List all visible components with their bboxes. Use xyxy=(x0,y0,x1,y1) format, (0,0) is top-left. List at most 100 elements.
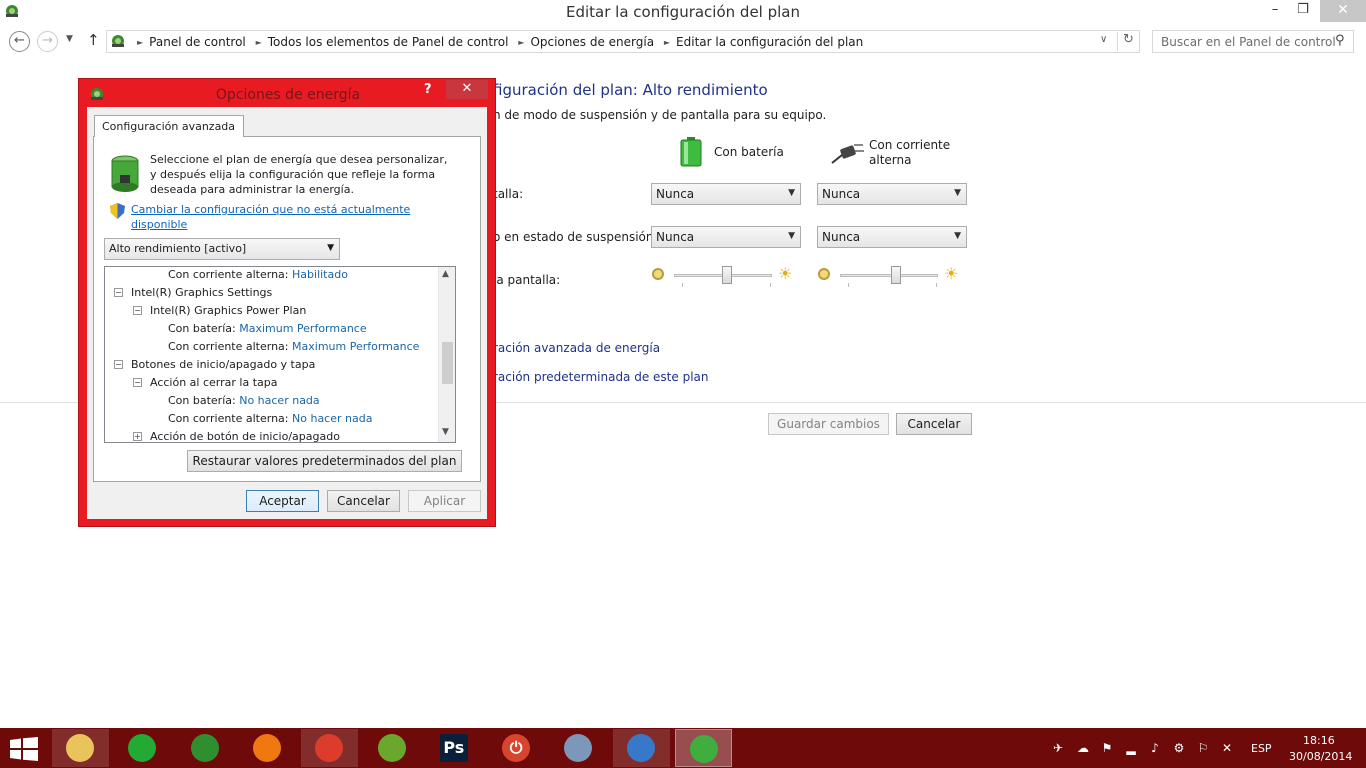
tree-row[interactable]: − Acción al cerrar la tapa xyxy=(133,376,277,394)
slider-tick xyxy=(936,283,937,287)
tree-row[interactable]: Con corriente alterna: Maximum Performan… xyxy=(168,340,419,358)
maximize-button[interactable]: ❐ xyxy=(1290,0,1316,22)
forward-button[interactable]: → xyxy=(37,31,58,52)
taskbar-button-media-player[interactable] xyxy=(239,729,296,767)
cancel-button[interactable]: Cancelar xyxy=(896,413,972,435)
refresh-button[interactable]: ↻ xyxy=(1117,32,1139,51)
tree-value[interactable]: No hacer nada xyxy=(292,412,372,425)
tree-value[interactable]: Maximum Performance xyxy=(239,322,366,335)
taskbar-button-paint[interactable] xyxy=(550,729,607,767)
paint-icon xyxy=(564,734,593,762)
airplane-mode-icon[interactable]: ✈ xyxy=(1050,740,1066,756)
language-indicator[interactable]: ESP xyxy=(1251,742,1272,755)
breadcrumb-opciones-de-energia[interactable]: Opciones de energía xyxy=(530,35,654,49)
file-explorer-icon xyxy=(66,734,94,762)
tab-advanced-settings[interactable]: Configuración avanzada xyxy=(94,115,245,137)
address-bar[interactable]: ► Panel de control ► Todos los elementos d… xyxy=(106,30,1140,53)
expand-icon[interactable]: + xyxy=(133,432,142,441)
ok-button[interactable]: Aceptar xyxy=(246,490,319,512)
breadcrumb-separator: ► xyxy=(137,38,144,47)
tree-value[interactable]: Maximum Performance xyxy=(292,340,419,353)
taskbar-button-control-panel[interactable] xyxy=(612,729,670,767)
volume-icon[interactable]: ♪ xyxy=(1147,740,1163,756)
razer-tray-icon[interactable]: ⚙ xyxy=(1171,740,1187,756)
up-button[interactable]: ↑ xyxy=(87,31,100,49)
tree-scrollbar[interactable]: ▲ ▼ xyxy=(438,267,455,442)
back-button[interactable]: ← xyxy=(9,31,30,52)
settings-tree[interactable]: Con corriente alterna: Habilitado − Intel… xyxy=(104,266,456,443)
tree-row[interactable]: − Intel(R) Graphics Settings xyxy=(114,286,272,304)
chevron-down-icon: ▼ xyxy=(788,231,795,241)
taskbar-button-pen-app[interactable] xyxy=(364,729,421,767)
tree-row[interactable]: + Acción de botón de inicio/apagado xyxy=(133,430,340,443)
start-button[interactable] xyxy=(10,737,38,761)
scrollbar-thumb[interactable] xyxy=(442,342,453,384)
taskbar-button-photoshop[interactable]: Ps xyxy=(426,729,483,767)
change-unavailable-settings-link[interactable]: Cambiar la configuración que no está act… xyxy=(131,202,421,232)
onedrive-icon[interactable]: ☁ xyxy=(1075,740,1091,756)
collapse-icon[interactable]: − xyxy=(114,288,123,297)
apply-button[interactable]: Aplicar xyxy=(408,490,481,512)
close-tray-icon[interactable]: ✕ xyxy=(1219,740,1235,756)
navigation-bar: ← → ▼ ↑ ► Panel de control ► Todos los ele… xyxy=(0,26,1366,58)
brightness-battery-slider[interactable]: ☀ xyxy=(652,264,792,288)
tree-value[interactable]: Habilitado xyxy=(292,268,348,281)
clock-time[interactable]: 18:16 xyxy=(1303,734,1335,747)
recent-locations-button[interactable]: ▼ xyxy=(66,34,73,44)
collapse-icon[interactable]: − xyxy=(133,378,142,387)
sleep-ac-select[interactable]: Nunca ▼ xyxy=(817,226,967,248)
search-input[interactable]: Buscar en el Panel de control ⚲ xyxy=(1152,30,1354,53)
collapse-icon[interactable]: − xyxy=(114,360,123,369)
screen-off-battery-select[interactable]: Nunca ▼ xyxy=(651,183,801,205)
action-center-icon[interactable]: ⚑ xyxy=(1099,740,1115,756)
minimize-button[interactable]: – xyxy=(1262,0,1288,22)
tree-row[interactable]: Con batería: Maximum Performance xyxy=(168,322,367,340)
advanced-settings-link[interactable]: ración avanzada de energía xyxy=(493,341,660,355)
slider-thumb[interactable] xyxy=(722,266,732,284)
tree-label: Intel(R) Graphics Settings xyxy=(131,286,273,299)
taskbar-button-power-options[interactable] xyxy=(675,729,732,767)
dialog-cancel-button[interactable]: Cancelar xyxy=(327,490,400,512)
tree-row[interactable]: − Botones de inicio/apagado y tapa xyxy=(114,358,315,376)
taskbar-button-file-explorer[interactable] xyxy=(52,729,109,767)
flag-icon[interactable]: ⚐ xyxy=(1195,740,1211,756)
help-button[interactable]: ? xyxy=(424,82,432,97)
tree-label: Acción de botón de inicio/apagado xyxy=(150,430,340,443)
sleep-battery-select[interactable]: Nunca ▼ xyxy=(651,226,801,248)
taskbar-button-xbox-app[interactable] xyxy=(177,729,234,767)
restore-defaults-link[interactable]: ración predeterminada de este plan xyxy=(493,370,709,384)
sleep-label: o en estado de suspensión: xyxy=(493,230,658,244)
clock-date[interactable]: 30/08/2014 xyxy=(1289,750,1352,763)
save-changes-button[interactable]: Guardar cambios xyxy=(768,413,889,435)
breadcrumb-panel-de-control[interactable]: Panel de control xyxy=(149,35,246,49)
xbox-app-icon xyxy=(190,734,219,762)
scroll-down-icon[interactable]: ▼ xyxy=(442,427,449,437)
network-icon[interactable]: ▂ xyxy=(1123,740,1139,756)
tree-row[interactable]: Con batería: No hacer nada xyxy=(168,394,320,412)
control-panel-icon xyxy=(112,35,124,47)
search-icon[interactable]: ⚲ xyxy=(1335,33,1345,48)
brightness-ac-slider[interactable]: ☀ xyxy=(818,264,958,288)
tree-value[interactable]: No hacer nada xyxy=(239,394,319,407)
screen-off-ac-select[interactable]: Nunca ▼ xyxy=(817,183,967,205)
tree-row[interactable]: Con corriente alterna: Habilitado xyxy=(168,268,348,286)
taskbar-button-chrome[interactable] xyxy=(301,729,359,767)
tree-label: Con batería: xyxy=(168,322,236,335)
slider-thumb[interactable] xyxy=(891,266,901,284)
plan-select-value: Alto rendimiento [activo] xyxy=(109,242,247,255)
tree-row[interactable]: Con corriente alterna: No hacer nada xyxy=(168,412,372,430)
plan-select[interactable]: Alto rendimiento [activo] ▼ xyxy=(104,238,340,260)
pen-app-icon xyxy=(377,734,406,762)
slider-track xyxy=(840,274,938,277)
scroll-up-icon[interactable]: ▲ xyxy=(442,269,449,279)
taskbar-button-razer-app[interactable] xyxy=(114,729,171,767)
taskbar-button-power-app[interactable]: ⏻ xyxy=(488,729,545,767)
restore-plan-defaults-button[interactable]: Restaurar valores predeterminados del pl… xyxy=(187,450,462,472)
tree-row[interactable]: − Intel(R) Graphics Power Plan xyxy=(133,304,306,322)
address-dropdown-button[interactable]: ∨ xyxy=(1100,34,1107,45)
dialog-close-button[interactable]: ✕ xyxy=(446,80,488,99)
collapse-icon[interactable]: − xyxy=(133,306,142,315)
breadcrumb-todos-los-elementos[interactable]: Todos los elementos de Panel de control xyxy=(268,35,509,49)
breadcrumb-editar-configuracion[interactable]: Editar la configuración del plan xyxy=(676,35,863,49)
close-button[interactable]: ✕ xyxy=(1320,0,1366,22)
